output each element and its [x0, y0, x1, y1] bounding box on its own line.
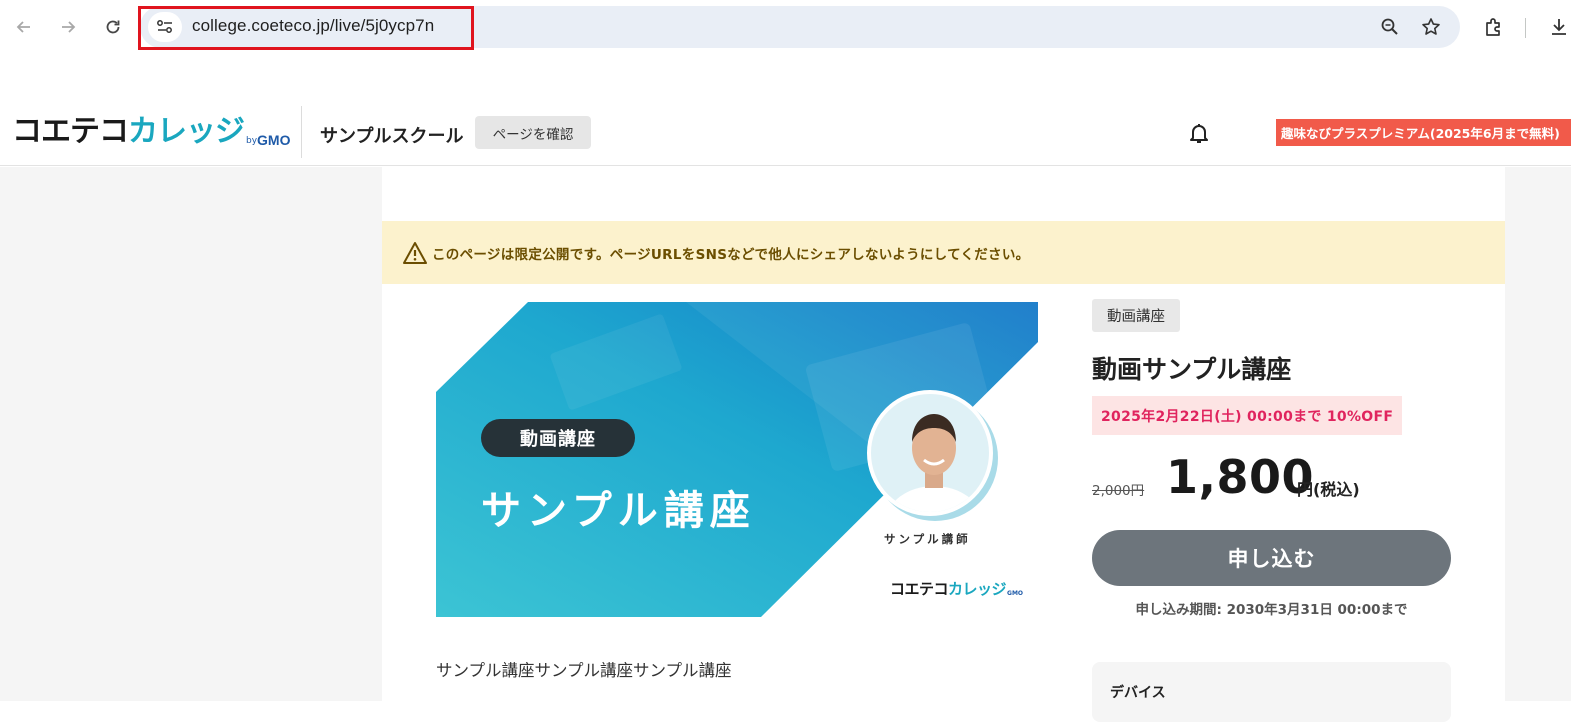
apply-button[interactable]: 申し込む: [1092, 530, 1451, 586]
private-notice-banner: このページは限定公開です。ページURLをSNSなどで他人にシェアしないようにして…: [382, 221, 1505, 284]
forward-arrow-icon[interactable]: [53, 12, 83, 42]
logo-accent-text: カレッジ: [128, 114, 245, 149]
course-banner-image: 動画講座 サンプル講座 サンプル講師 コエテコ カレッジ GMO: [436, 302, 1038, 617]
banner-logo-main: コエテコ: [890, 580, 949, 598]
logo-gmo-text: GMO: [257, 132, 291, 148]
discount-badge: 2025年2月22日(土) 00:00まで 10%OFF: [1092, 396, 1402, 435]
premium-badge[interactable]: 趣味なびプラスプレミアム(2025年6月まで無料): [1276, 119, 1571, 146]
site-logo[interactable]: コエテコ カレッジ by GMO: [12, 114, 291, 150]
zoom-icon[interactable]: [1377, 14, 1403, 40]
course-title: 動画サンプル講座: [1092, 355, 1292, 384]
header-divider: [301, 106, 302, 158]
old-price: 2,000円: [1092, 483, 1145, 499]
instructor-label: サンプル講師: [884, 532, 971, 546]
logo-by-text: by: [246, 136, 258, 146]
banner-logo-accent: カレッジ: [948, 580, 1007, 598]
device-label: デバイス: [1110, 685, 1166, 701]
toolbar-divider: [1525, 18, 1526, 38]
browser-toolbar: college.coeteco.jp/live/5j0ycp7n: [0, 0, 1571, 56]
banner-logo-gmo: GMO: [1007, 590, 1024, 597]
back-arrow-icon[interactable]: [9, 12, 39, 42]
banner-logo: コエテコ カレッジ GMO: [890, 578, 1023, 599]
logo-main-text: コエテコ: [12, 114, 129, 149]
page-confirm-button[interactable]: ページを確認: [475, 116, 591, 149]
instructor-photo: [867, 390, 993, 516]
school-name[interactable]: サンプルスクール: [320, 122, 463, 148]
download-icon[interactable]: [1546, 14, 1571, 40]
site-header: コエテコ カレッジ by GMO サンプルスクール ページを確認 趣味なびプラス…: [0, 100, 1571, 166]
course-description: サンプル講座サンプル講座サンプル講座: [436, 661, 732, 680]
apply-period: 申し込み期間: 2030年3月31日 00:00まで: [1135, 602, 1408, 618]
extensions-icon[interactable]: [1481, 14, 1507, 40]
device-section: デバイス: [1092, 662, 1451, 722]
url-highlight-box: [138, 6, 474, 50]
reload-icon[interactable]: [98, 12, 128, 42]
bookmark-star-icon[interactable]: [1418, 14, 1444, 40]
category-tag: 動画講座: [1092, 299, 1180, 332]
banner-category-tag: 動画講座: [481, 419, 635, 457]
current-price: 1,800: [1166, 450, 1315, 504]
notice-text: このページは限定公開です。ページURLをSNSなどで他人にシェアしないようにして…: [432, 246, 1030, 263]
price-unit: 円(税込): [1297, 480, 1360, 499]
banner-title: サンプル講座: [481, 488, 756, 534]
bell-icon[interactable]: [1186, 120, 1212, 146]
warning-icon: [403, 241, 427, 264]
